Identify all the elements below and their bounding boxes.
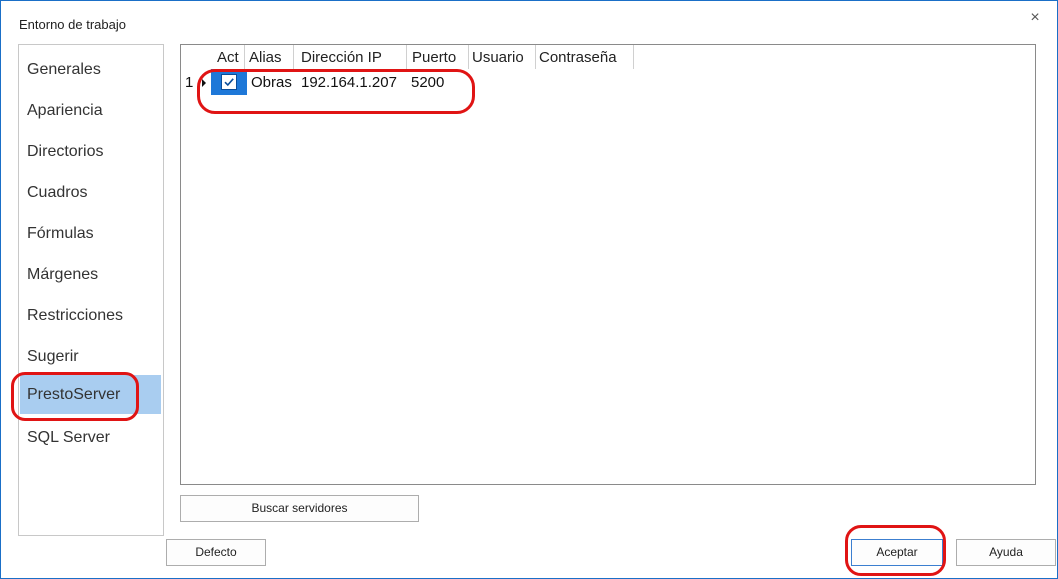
checkmark-icon	[224, 78, 234, 87]
sidebar-item-sugerir[interactable]: Sugerir	[20, 337, 162, 376]
sidebar-item-restricciones[interactable]: Restricciones	[20, 296, 162, 335]
sidebar-item-apariencia[interactable]: Apariencia	[20, 91, 162, 130]
grid-header: Act Alias Dirección IP Puerto Usuario Co…	[181, 45, 1035, 69]
cell-port[interactable]: 5200	[411, 69, 444, 95]
column-header-ip[interactable]: Dirección IP	[301, 45, 382, 69]
cell-alias[interactable]: Obras	[251, 69, 292, 95]
sidebar-item-sql-server[interactable]: SQL Server	[20, 418, 162, 457]
help-button[interactable]: Ayuda	[956, 539, 1056, 566]
column-divider	[535, 45, 536, 69]
column-header-password[interactable]: Contraseña	[539, 45, 617, 69]
dialog-title: Entorno de trabajo	[19, 17, 126, 32]
sidebar-item-margenes[interactable]: Márgenes	[20, 255, 162, 294]
sidebar-item-prestoserver[interactable]: PrestoServer	[20, 375, 161, 414]
close-button[interactable]: ×	[1023, 7, 1047, 29]
sidebar-item-directorios[interactable]: Directorios	[20, 132, 162, 171]
column-divider	[406, 45, 407, 69]
column-divider	[293, 45, 294, 69]
table-row[interactable]: 1 Obras 192.164.1.207 5200	[181, 69, 1035, 95]
search-servers-button[interactable]: Buscar servidores	[180, 495, 419, 522]
default-button[interactable]: Defecto	[166, 539, 266, 566]
column-header-alias[interactable]: Alias	[249, 45, 282, 69]
column-divider	[633, 45, 634, 69]
column-header-act[interactable]: Act	[217, 45, 239, 69]
servers-grid: Act Alias Dirección IP Puerto Usuario Co…	[180, 44, 1036, 485]
cell-ip[interactable]: 192.164.1.207	[301, 69, 397, 95]
row-index: 1	[185, 74, 194, 91]
active-checkbox[interactable]	[221, 74, 237, 90]
sidebar-item-generales[interactable]: Generales	[20, 50, 162, 89]
settings-sidebar: Generales Apariencia Directorios Cuadros…	[18, 44, 164, 536]
column-divider	[244, 45, 245, 69]
active-cell[interactable]	[211, 69, 247, 95]
column-header-port[interactable]: Puerto	[412, 45, 456, 69]
column-divider	[468, 45, 469, 69]
current-row-arrow-icon	[202, 79, 206, 87]
column-header-user[interactable]: Usuario	[472, 45, 524, 69]
sidebar-item-formulas[interactable]: Fórmulas	[20, 214, 162, 253]
dialog-window: Entorno de trabajo × Generales Aparienci…	[0, 0, 1058, 579]
accept-button[interactable]: Aceptar	[851, 539, 943, 566]
sidebar-item-cuadros[interactable]: Cuadros	[20, 173, 162, 212]
